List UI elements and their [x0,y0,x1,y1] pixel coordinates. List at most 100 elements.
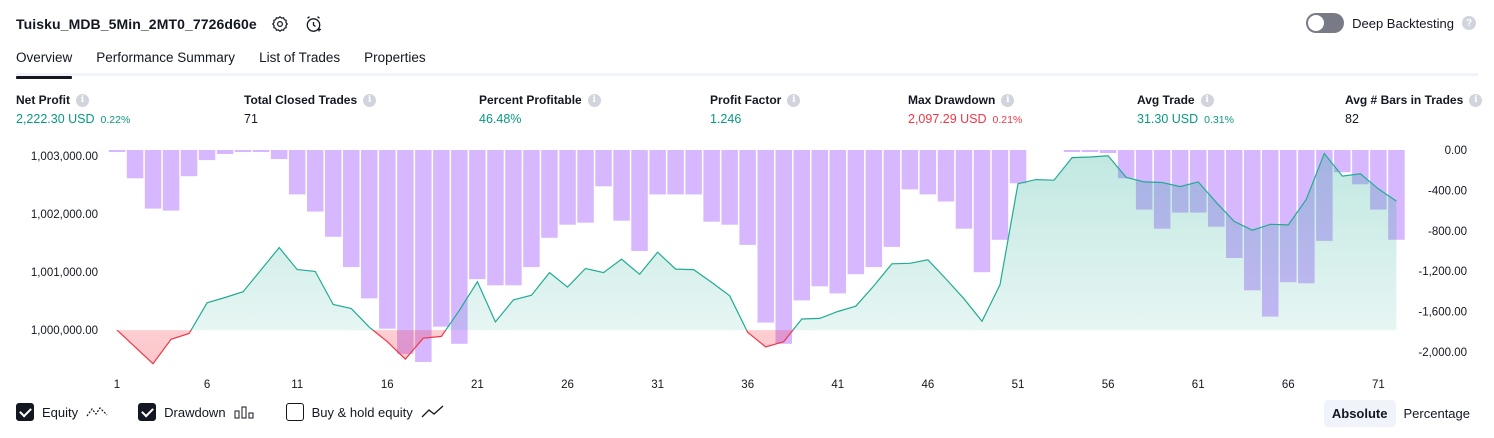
drawdown-bar [505,150,522,286]
equity-drawdown-chart[interactable]: 1,003,000.00 1,002,000.00 1,001,000.00 1,00… [0,140,1494,396]
drawdown-bar [793,150,810,301]
buy-hold-checkbox[interactable] [285,403,304,421]
legend-drawdown[interactable]: Drawdown [138,403,255,421]
drawdown-bar [721,150,738,225]
strategy-header: Tuisku_MDB_5Min_2MT0_7726d60e [16,12,325,36]
metric-label: Percent Profitable [479,93,582,107]
x-axis-tick-label: 26 [561,379,574,391]
strategy-name: Tuisku_MDB_5Min_2MT0_7726d60e [16,16,257,32]
drawdown-bar [955,150,973,229]
x-axis-tick-label: 1 [114,379,120,391]
tab-overview[interactable]: Overview [16,44,73,79]
right-axis-tick-label: -400.00 [1428,185,1467,197]
right-axis-tick-label: -1,200.00 [1418,266,1467,278]
metric-avg-bars-in-trades: Avg # Bars in Trades i 82 [1345,93,1483,126]
deep-backtesting-control: Deep Backtesting ? [1306,13,1476,33]
legend-equity[interactable]: Equity [16,403,108,421]
equity-checkbox[interactable] [16,403,34,421]
drawdown-bar [288,150,306,195]
info-icon[interactable]: i [76,93,89,107]
right-axis-tick-label: -1,600.00 [1418,307,1467,319]
drawdown-bar [216,150,234,154]
legend-label: Buy & hold equity [311,404,413,420]
info-icon[interactable]: i [587,93,601,107]
right-axis-tick-label: 0.00 [1445,145,1467,157]
percentage-button[interactable]: Percentage [1396,400,1479,427]
drawdown-bar [973,150,991,273]
x-axis-tick-label: 51 [1012,379,1025,391]
drawdown-bar [649,150,666,195]
tab-properties[interactable]: Properties [364,44,426,76]
metric-max-drawdown: Max Drawdown i 2,097.29 USD 0.21% [908,93,1022,126]
legend-label: Drawdown [164,404,226,420]
metric-value: 2,097.29 USD [908,112,987,126]
left-axis-tick-label: 1,002,000.00 [31,209,98,221]
drawdown-bar [307,150,324,212]
tab-list-of-trades[interactable]: List of Trades [259,44,340,76]
metric-label: Profit Factor [710,93,782,107]
metric-percent: 0.22% [100,114,131,126]
metric-label: Net Profit [16,93,70,107]
info-icon[interactable]: i [1001,93,1015,107]
add-alert-clock-icon[interactable] [303,13,325,35]
metric-total-closed-trades: Total Closed Trades i 71 [244,93,377,126]
drawdown-bar [559,150,576,225]
drawdown-bar [919,150,937,195]
metric-value: 31.30 USD [1137,112,1199,126]
metric-value: 1.246 [710,112,742,126]
drawdown-bar [108,150,126,152]
drawdown-bar [469,150,486,280]
x-axis-tick-label: 6 [204,379,210,391]
drawdown-bar [361,150,378,299]
drawdown-bar [541,150,558,238]
x-axis-tick-label: 41 [831,379,844,391]
x-axis-tick-label: 71 [1372,379,1385,391]
drawdown-bar [577,150,594,223]
drawdown-bar [829,150,846,294]
drawdown-bar [325,150,342,237]
info-icon[interactable]: i [787,93,801,107]
tab-performance-summary[interactable]: Performance Summary [96,44,235,76]
info-icon[interactable]: i [1469,93,1483,107]
metrics-row: Net Profit i 2,222.30 USD 0.22% Total Clos… [0,93,1494,133]
drawdown-bar [1063,150,1081,152]
drawdown-bar [667,150,684,195]
drawdown-bar [595,150,612,187]
info-icon[interactable]: i [363,93,377,107]
drawdown-bar [1009,150,1027,184]
report-tabs: Overview Performance Summary List of Tra… [16,44,1478,79]
drawdown-bar [379,150,396,329]
metric-label: Max Drawdown [908,93,996,107]
x-axis-tick-label: 36 [741,379,754,391]
info-icon[interactable]: i [1200,93,1214,107]
x-axis-tick-label: 11 [291,379,303,391]
drawdown-checkbox[interactable] [138,403,157,421]
drawdown-bar [397,150,414,354]
settings-gear-icon[interactable] [269,13,291,35]
right-axis-tick-label: -800.00 [1428,226,1467,238]
x-axis-tick-label: 46 [922,379,935,391]
drawdown-bar [613,150,630,221]
drawdown-bar [343,150,360,268]
view-mode-switch: Absolute Percentage [1323,400,1479,427]
metric-percent: 0.31% [1204,114,1234,126]
x-axis-tick-label: 31 [651,379,664,391]
drawdown-bar [1099,150,1117,153]
drawdown-bar [1081,150,1099,152]
drawdown-bar [234,150,252,152]
x-axis-tick-label: 66 [1282,379,1295,391]
buy-hold-line-icon [421,405,444,418]
metric-label: Avg Trade [1137,93,1195,107]
drawdown-bar [739,150,756,245]
metric-value: 82 [1345,112,1359,126]
metric-label: Avg # Bars in Trades [1345,93,1464,107]
drawdown-bar [270,150,288,160]
absolute-button[interactable]: Absolute [1323,400,1396,427]
metric-percent: 0.21% [992,114,1023,126]
metric-profit-factor: Profit Factor i 1.246 [710,93,801,126]
right-axis-tick-label: -2,000.00 [1418,347,1467,359]
metric-value: 46.48% [479,112,522,126]
legend-buy-hold-equity[interactable]: Buy & hold equity [285,403,445,421]
deep-backtesting-toggle[interactable] [1306,13,1345,33]
help-question-icon[interactable]: ? [1462,16,1476,30]
